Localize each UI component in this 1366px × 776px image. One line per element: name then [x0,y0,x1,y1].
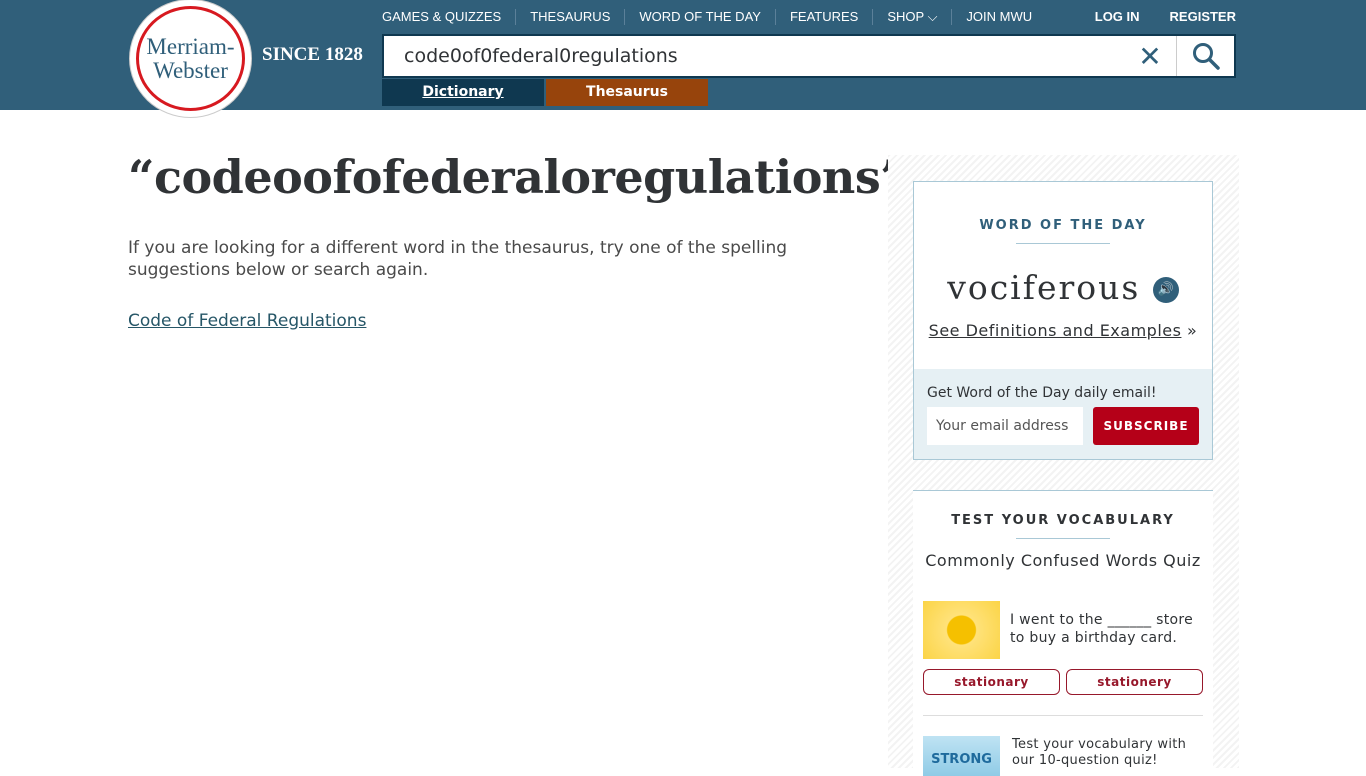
divider [923,715,1203,716]
nav-shop[interactable]: SHOP ⌵ [872,9,951,25]
word-of-the-day-card: WORD OF THE DAY vociferous 🔊 See Definit… [913,181,1213,460]
clear-search-icon[interactable]: ✕ [1124,40,1176,73]
quiz-title[interactable]: Commonly Confused Words Quiz [913,551,1213,570]
nav-features[interactable]: FEATURES [774,9,872,25]
wod-email-signup: Get Word of the Day daily email! Your em… [914,369,1212,459]
quiz-option-stationary[interactable]: stationary [923,669,1060,695]
page-title: “codeoofofederaloregulations” [128,150,907,204]
search-input[interactable]: code0of0federal0regulations [384,45,1124,67]
link-arrow: » [1181,321,1198,340]
spelling-message: If you are looking for a different word … [128,238,788,280]
logo-line1: Merriam- [146,33,235,59]
tab-thesaurus[interactable]: Thesaurus [546,79,708,106]
quiz-question: I went to the ______ store to buy a birt… [1010,612,1194,646]
email-prompt: Get Word of the Day daily email! [927,385,1157,401]
wod-label: WORD OF THE DAY [979,218,1147,233]
since-1828: SINCE 1828 [262,44,363,65]
search-icon [1192,43,1220,70]
vocabulary-card: TEST YOUR VOCABULARY Commonly Confused W… [913,490,1213,776]
divider [1016,243,1110,244]
divider [1016,538,1110,539]
tab-dictionary-label: Dictionary [422,84,504,100]
quiz-option-stationery[interactable]: stationery [1066,669,1203,695]
nav-games-quizzes[interactable]: GAMES & QUIZZES [382,9,515,25]
logo-line2: Webster [153,57,228,83]
nav-join-mwu[interactable]: JOIN MWU [951,9,1046,25]
speaker-icon[interactable]: 🔊 [1152,277,1179,303]
search-button[interactable] [1176,36,1234,76]
vocab-quiz-text[interactable]: Test your vocabulary with our 10-questio… [1012,737,1213,769]
nav-thesaurus[interactable]: THESAURUS [515,9,624,25]
suggestion-link[interactable]: Code of Federal Regulations [128,311,366,331]
wod-word[interactable]: vociferous [947,268,1140,307]
vocab-label: TEST YOUR VOCABULARY [951,513,1175,528]
subscribe-button[interactable]: SUBSCRIBE [1093,407,1199,445]
vocab-quiz-image[interactable]: STRONG [923,736,1000,776]
email-input[interactable]: Your email address [927,407,1083,445]
wod-definitions-link[interactable]: See Definitions and Examples [929,321,1182,340]
top-nav: GAMES & QUIZZES THESAURUS WORD OF THE DA… [382,9,1046,25]
site-header: Merriam- Webster SINCE 1828 GAMES & QUIZZ… [0,0,1366,117]
nav-word-of-the-day[interactable]: WORD OF THE DAY [624,9,775,25]
login-link[interactable]: LOG IN [1095,9,1140,24]
search-bar: code0of0federal0regulations ✕ [382,34,1236,78]
tab-dictionary[interactable]: Dictionary [382,79,544,106]
merriam-webster-logo[interactable]: Merriam- Webster [130,0,251,117]
register-link[interactable]: REGISTER [1170,9,1236,24]
quiz-emoji-image [923,601,1000,659]
